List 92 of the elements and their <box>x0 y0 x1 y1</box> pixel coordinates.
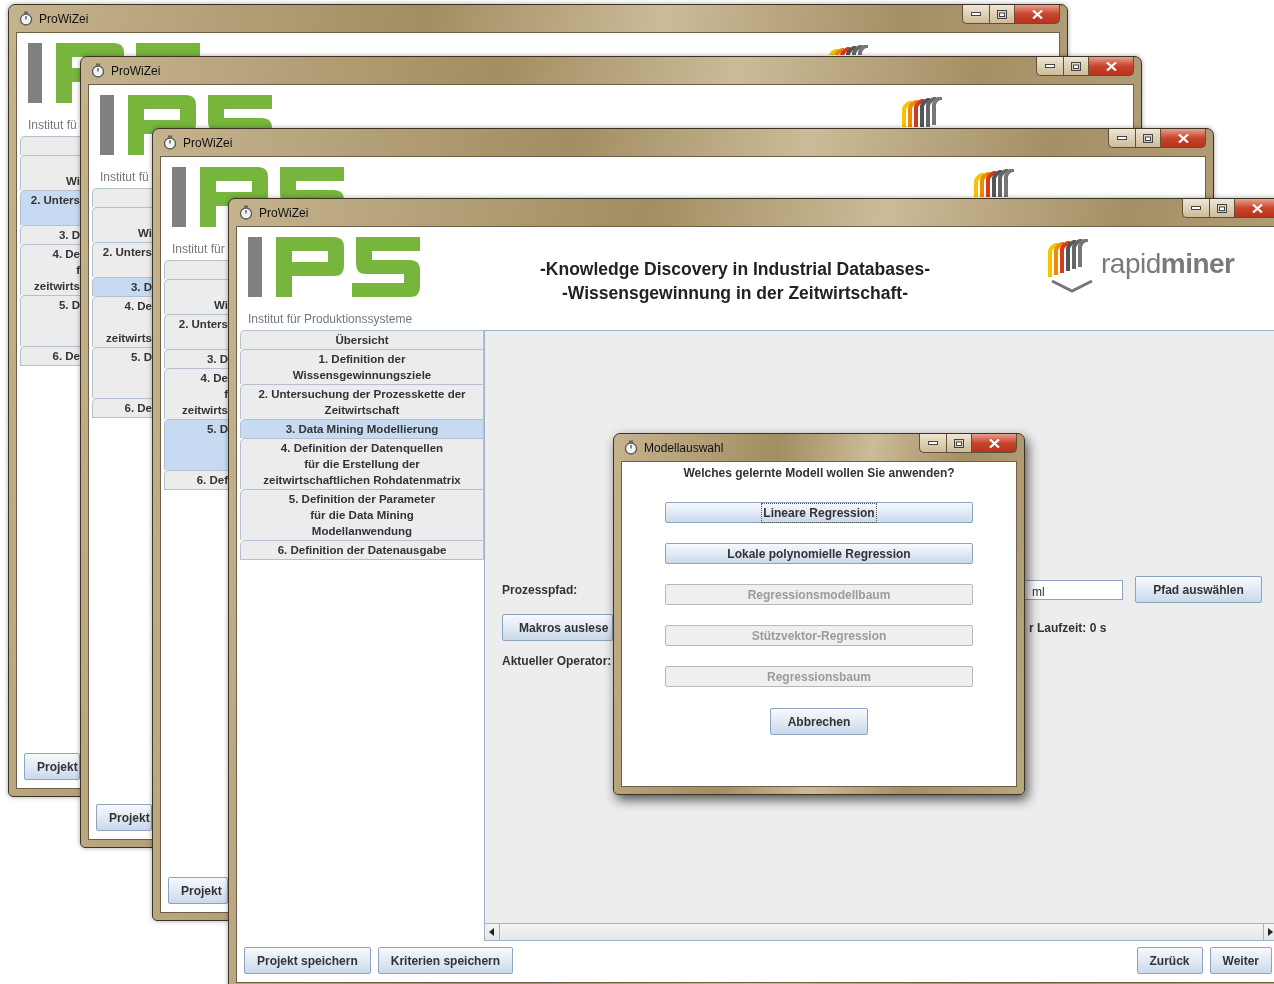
maximize-icon <box>1217 203 1227 213</box>
minimize-button[interactable] <box>919 434 946 453</box>
stopwatch-icon <box>163 135 177 150</box>
sidebar-item[interactable]: 4. De f zeitwirts <box>164 368 228 419</box>
sidebar-item[interactable]: 2. Unters <box>20 190 80 225</box>
minimize-button[interactable] <box>1036 57 1063 76</box>
institute-name: Institut fü <box>100 170 149 184</box>
sidebar-item[interactable]: Wi <box>164 279 228 314</box>
sidebar-item[interactable]: 2. Unters <box>92 242 152 277</box>
sidebar-item[interactable]: 6. Def <box>164 470 228 490</box>
read-macros-button[interactable]: Makros auslese <box>502 614 613 641</box>
institute-name: Institut fü <box>28 118 77 132</box>
window-title: Modellauswahl <box>644 439 724 457</box>
minimize-icon <box>1045 64 1055 68</box>
sidebar-item[interactable]: 6. De <box>20 346 80 366</box>
close-icon <box>1251 203 1263 213</box>
stopwatch-icon <box>624 440 638 455</box>
maximize-button[interactable] <box>946 434 972 453</box>
cancel-button[interactable]: Abbrechen <box>770 708 868 735</box>
minimize-icon <box>928 441 938 445</box>
close-icon <box>1031 9 1043 19</box>
heading-text: -Wissensgewinnung in der Zeitwirtschaft- <box>562 282 908 305</box>
nav-button[interactable]: Zurück <box>1136 947 1203 974</box>
save-button[interactable]: Projekt speichern <box>244 947 371 974</box>
close-button[interactable] <box>972 434 1017 453</box>
sidebar-item[interactable]: Wi <box>92 207 152 242</box>
sidebar-item[interactable]: 2. Unters <box>164 314 228 349</box>
maximize-button[interactable] <box>989 5 1015 24</box>
window-title: ProWiZei <box>183 134 233 152</box>
right-arrow-icon[interactable] <box>1268 928 1274 936</box>
maximize-icon <box>954 438 964 448</box>
sidebar-item[interactable]: 6. Definition der Datenausgabe <box>240 540 484 560</box>
minimize-button[interactable] <box>1108 129 1135 148</box>
save-button[interactable]: Kriterien speichern <box>377 947 514 974</box>
window-title: ProWiZei <box>39 10 89 28</box>
institute-name: Institut für Produktionssysteme <box>248 312 413 326</box>
sidebar-item[interactable]: 6. De <box>92 398 152 418</box>
sidebar-item[interactable]: 5. D <box>164 419 228 470</box>
institute-name: Institut für <box>172 242 225 256</box>
sidebar-item[interactable]: 3. D <box>92 277 152 296</box>
minimize-button[interactable] <box>1182 199 1209 218</box>
heading-text: -Knowledge Discovery in Industrial Databases- <box>540 258 930 281</box>
close-button[interactable] <box>1089 57 1134 76</box>
brand-name: rapidminer <box>1101 248 1235 280</box>
sidebar-item[interactable]: 3. D <box>164 349 228 368</box>
close-icon <box>988 438 1000 448</box>
close-button[interactable] <box>1015 5 1060 24</box>
sidebar-item[interactable]: 1. Definition der Wissensgewinnungsziele <box>240 349 484 384</box>
window-title: ProWiZei <box>259 204 309 222</box>
projekt-button[interactable]: Projekt <box>24 753 80 780</box>
stopwatch-icon <box>91 63 105 78</box>
operator-label: Aktueller Operator: <box>502 653 613 670</box>
sidebar-item[interactable]: 4. De f zeitwirts <box>20 244 80 295</box>
horizontal-scrollbar[interactable] <box>485 923 1274 940</box>
close-icon <box>1177 133 1189 143</box>
sidebar-item[interactable]: 5. D <box>20 295 80 346</box>
path-field[interactable]: ml <box>1023 579 1123 600</box>
minimize-icon <box>1117 136 1127 140</box>
stopwatch-icon <box>19 11 33 26</box>
sidebar-item[interactable]: 3. D <box>20 225 80 244</box>
projekt-button[interactable]: Projekt <box>168 877 228 904</box>
maximize-button[interactable] <box>1135 129 1161 148</box>
sidebar-item[interactable]: 5. Definition der Parameter für die Data Mining Modellanwendung <box>240 489 484 540</box>
sidebar-item[interactable]: 3. Data Mining Modellierung <box>240 419 484 438</box>
choose-path-button[interactable]: Pfad auswählen <box>1135 576 1262 603</box>
maximize-icon <box>997 9 1007 19</box>
model-option-button[interactable]: Lineare Regression <box>665 502 973 523</box>
question-text: Welches gelernte Modell wollen Sie anwenden? <box>683 465 955 482</box>
window-title: ProWiZei <box>111 62 161 80</box>
left-arrow-icon[interactable] <box>489 928 495 936</box>
stopwatch-icon <box>239 205 253 220</box>
minimize-button[interactable] <box>962 5 989 24</box>
sidebar-item[interactable]: 2. Untersuchung der Prozesskette der Zeitwirtschaft <box>240 384 484 419</box>
close-icon <box>1105 61 1117 71</box>
sidebar-item[interactable]: Wi <box>20 155 80 190</box>
projekt-button[interactable]: Projekt <box>96 804 152 831</box>
nav-button[interactable]: Weiter <box>1209 947 1272 974</box>
minimize-icon <box>1191 206 1201 210</box>
field-label: Prozesspfad: <box>502 581 579 599</box>
sidebar-item[interactable]: 4. De zeitwirts <box>92 296 152 347</box>
maximize-icon <box>1071 61 1081 71</box>
close-button[interactable] <box>1161 129 1206 148</box>
close-button[interactable] <box>1235 199 1274 218</box>
maximize-icon <box>1143 133 1153 143</box>
model-option-button[interactable]: Lokale polynomielle Regression <box>665 543 973 564</box>
minimize-icon <box>971 12 981 16</box>
sidebar-item[interactable]: 4. Definition der Datenquellen für die Erstellung der zeitwirtschaftlichen Rohdatenmatrix <box>240 438 484 489</box>
maximize-button[interactable] <box>1063 57 1089 76</box>
sidebar-item[interactable]: Übersicht <box>240 330 484 349</box>
runtime-text: r Laufzeit: 0 s <box>1028 619 1108 637</box>
sidebar-item[interactable]: 5. D <box>92 347 152 398</box>
maximize-button[interactable] <box>1209 199 1235 218</box>
